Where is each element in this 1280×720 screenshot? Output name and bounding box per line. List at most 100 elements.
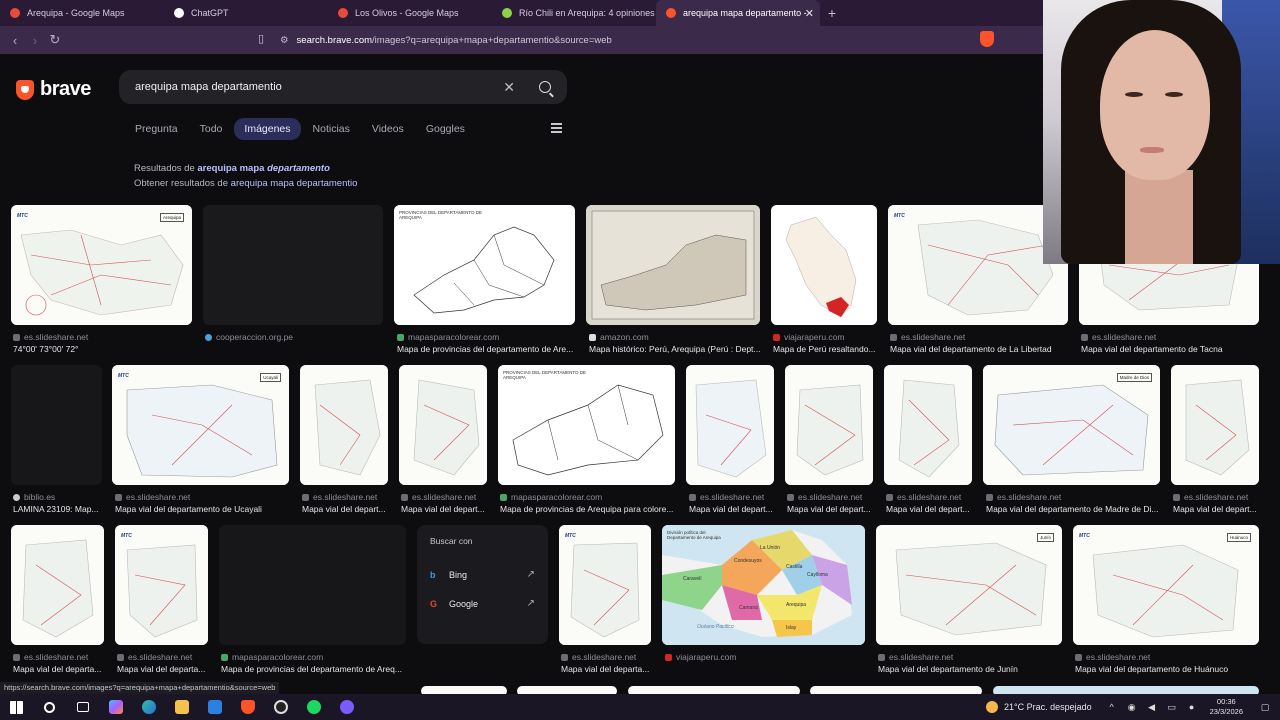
- clear-search-icon[interactable]: ✕: [503, 79, 515, 96]
- result-thumb[interactable]: MTC Huánuco: [1073, 525, 1259, 645]
- result-thumb[interactable]: Junín: [876, 525, 1062, 645]
- result-title[interactable]: 74°00' 73°00' 72°: [13, 344, 192, 354]
- result-title[interactable]: Mapa vial del departamento de Ucayali: [115, 504, 290, 514]
- result-title[interactable]: Mapa vial del departamento de Madre de D…: [986, 504, 1161, 514]
- result-title[interactable]: Mapa de provincias del departamento de A…: [221, 664, 406, 674]
- tab-noticias[interactable]: Noticias: [303, 118, 360, 140]
- tab-rio-chili[interactable]: Río Chili en Arequipa: 4 opiniones y f: [492, 0, 656, 26]
- result-title[interactable]: Mapa vial del departa...: [117, 664, 209, 674]
- tab-goggles[interactable]: Goggles: [416, 118, 475, 140]
- result-source[interactable]: es.slideshare.net: [13, 652, 88, 662]
- result-source[interactable]: es.slideshare.net: [1081, 332, 1156, 342]
- result-title[interactable]: Mapa vial del departamento de Tacna: [1081, 344, 1260, 354]
- search-box[interactable]: arequipa mapa departamentio ✕: [119, 70, 567, 104]
- result-thumb[interactable]: MTC Ucayali: [112, 365, 289, 485]
- site-info-icon[interactable]: ⚙: [280, 35, 289, 46]
- result-title[interactable]: Mapa vial del departamento de La Liberta…: [890, 344, 1070, 354]
- result-source[interactable]: es.slideshare.net: [302, 492, 377, 502]
- notifications-icon[interactable]: ▢: [1260, 702, 1270, 712]
- filters-icon[interactable]: [551, 123, 562, 133]
- search-with-google[interactable]: G Google ↗: [430, 589, 535, 618]
- result-thumb-loading[interactable]: [219, 525, 406, 645]
- volume-icon[interactable]: ◀: [1147, 702, 1157, 712]
- result-thumb-loading[interactable]: [11, 365, 102, 485]
- result-source[interactable]: mapasparacolorear.com: [397, 332, 499, 342]
- spotify-icon[interactable]: [297, 694, 330, 720]
- result-source[interactable]: es.slideshare.net: [890, 332, 965, 342]
- result-title[interactable]: Mapa de provincias de Arequipa para colo…: [500, 504, 676, 514]
- brave-taskbar-icon[interactable]: [231, 694, 264, 720]
- brave-logo[interactable]: brave: [16, 78, 91, 101]
- back-icon[interactable]: ‹: [5, 33, 25, 48]
- result-thumb[interactable]: [399, 365, 487, 485]
- result-thumb[interactable]: Madre de Dios: [983, 365, 1160, 485]
- copilot-icon[interactable]: [99, 694, 132, 720]
- task-view-icon[interactable]: [66, 694, 99, 720]
- edge-icon[interactable]: [132, 694, 165, 720]
- result-source[interactable]: mapasparacolorear.com: [221, 652, 323, 662]
- bookmark-icon[interactable]: ▯: [258, 32, 270, 46]
- address-bar[interactable]: ⚙ search.brave.com/images?q=arequipa+map…: [280, 30, 970, 50]
- microphone-icon[interactable]: ●: [1187, 702, 1197, 712]
- search-icon[interactable]: [539, 81, 551, 93]
- original-query-link[interactable]: arequipa mapa departamentio: [231, 178, 358, 189]
- result-title[interactable]: Mapa vial del depart...: [787, 504, 875, 514]
- result-source[interactable]: es.slideshare.net: [878, 652, 953, 662]
- chat-app-icon[interactable]: [330, 694, 363, 720]
- search-icon[interactable]: [33, 694, 66, 720]
- result-source[interactable]: es.slideshare.net: [787, 492, 862, 502]
- result-title[interactable]: Mapa de Perú resaltando...: [773, 344, 877, 354]
- forward-icon[interactable]: ›: [25, 33, 45, 48]
- tab-imagenes[interactable]: Imágenes: [234, 118, 301, 140]
- result-title[interactable]: LAMINA 23109: Map...: [13, 504, 103, 514]
- result-thumb[interactable]: PROVINCIAS DEL DEPARTAMENTO DE AREQUIPA: [498, 365, 675, 485]
- result-title[interactable]: Mapa histórico: Perú, Arequipa (Perú : D…: [589, 344, 761, 354]
- result-thumb[interactable]: [686, 365, 774, 485]
- obs-icon[interactable]: [264, 694, 297, 720]
- result-thumb[interactable]: MTC: [115, 525, 208, 645]
- result-source[interactable]: mapasparacolorear.com: [500, 492, 602, 502]
- result-title[interactable]: Mapa vial del depart...: [1173, 504, 1261, 514]
- result-thumb[interactable]: [300, 365, 388, 485]
- result-thumb[interactable]: MTC: [888, 205, 1068, 325]
- network-icon[interactable]: ◉: [1127, 702, 1137, 712]
- tab-videos[interactable]: Videos: [362, 118, 414, 140]
- result-source[interactable]: cooperaccion.org.pe: [205, 332, 293, 342]
- tab-los-olivos-maps[interactable]: Los Olivos - Google Maps: [328, 0, 492, 26]
- tab-brave-search-active[interactable]: arequipa mapa departamento - ✕: [656, 0, 820, 26]
- reload-icon[interactable]: ↻: [45, 32, 65, 48]
- result-thumb[interactable]: [11, 525, 104, 645]
- result-thumb[interactable]: [785, 365, 873, 485]
- result-thumb[interactable]: División política del Departamento de Ar…: [662, 525, 865, 645]
- result-thumb[interactable]: MTC Arequipa: [11, 205, 192, 325]
- result-source[interactable]: es.slideshare.net: [13, 332, 88, 342]
- result-source[interactable]: es.slideshare.net: [401, 492, 476, 502]
- result-source[interactable]: es.slideshare.net: [1173, 492, 1248, 502]
- battery-icon[interactable]: ▭: [1167, 702, 1177, 712]
- result-thumb[interactable]: [586, 205, 760, 325]
- weather-widget[interactable]: 21°C Prac. despejado: [985, 701, 1092, 713]
- clock[interactable]: 00:36 23/3/2026: [1210, 697, 1243, 717]
- result-thumb[interactable]: [884, 365, 972, 485]
- result-source[interactable]: es.slideshare.net: [115, 492, 190, 502]
- result-title[interactable]: Mapa de provincias del departamento de A…: [397, 344, 575, 354]
- result-thumb[interactable]: MTC: [559, 525, 651, 645]
- start-button[interactable]: [0, 694, 33, 720]
- result-thumb[interactable]: [1171, 365, 1259, 485]
- result-thumb[interactable]: [771, 205, 877, 325]
- tab-todo[interactable]: Todo: [190, 118, 233, 140]
- tab-arequipa-maps[interactable]: Arequipa - Google Maps: [0, 0, 164, 26]
- result-title[interactable]: Mapa vial del depart...: [886, 504, 974, 514]
- mail-icon[interactable]: [198, 694, 231, 720]
- result-title[interactable]: Mapa vial del departamento de Junín: [878, 664, 1063, 674]
- result-title[interactable]: Mapa vial del departamento de Huánuco: [1075, 664, 1259, 674]
- result-title[interactable]: Mapa vial del departa...: [561, 664, 652, 674]
- result-source[interactable]: biblio.es: [13, 492, 55, 502]
- result-title[interactable]: Mapa vial del depart...: [302, 504, 390, 514]
- chevron-up-icon[interactable]: ^: [1107, 702, 1117, 712]
- result-source[interactable]: es.slideshare.net: [986, 492, 1061, 502]
- result-source[interactable]: amazon.com: [589, 332, 649, 342]
- result-source[interactable]: es.slideshare.net: [886, 492, 961, 502]
- close-tab-icon[interactable]: ✕: [805, 7, 814, 20]
- search-with-bing[interactable]: b Bing ↗: [430, 560, 535, 589]
